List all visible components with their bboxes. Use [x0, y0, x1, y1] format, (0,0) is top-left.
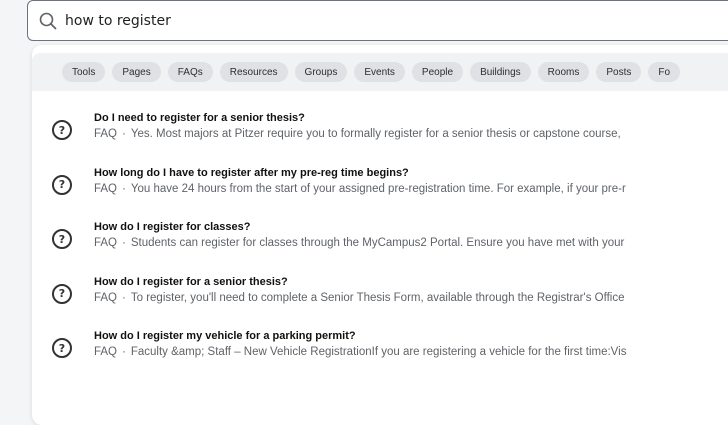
result-separator: · [122, 346, 126, 358]
result-separator: · [122, 182, 126, 195]
filter-chip-groups[interactable]: Groups [294, 62, 348, 82]
filter-chip-people[interactable]: People [411, 62, 464, 82]
filter-chips-bar: Tools Pages FAQs Resources Groups Events… [32, 53, 728, 91]
result-title[interactable]: Do I need to register for a senior thesi… [94, 112, 305, 124]
result-title[interactable]: How do I register my vehicle for a parki… [94, 330, 356, 342]
result-title[interactable]: How do I register for classes? [94, 221, 251, 233]
result-text: Students can register for classes throug… [130, 237, 625, 249]
filter-chip-tools[interactable]: Tools [62, 62, 106, 82]
filter-chip-buildings[interactable]: Buildings [470, 62, 531, 82]
result-snippet: FAQ · Yes. Most majors at Pitzer require y… [94, 128, 621, 140]
result-text: To register, you'll need to complete a S… [130, 291, 625, 304]
filter-chip-events[interactable]: Events [354, 62, 405, 82]
filter-chip-resources[interactable]: Resources [219, 62, 288, 82]
result-separator: · [122, 237, 126, 249]
result-type: FAQ [94, 346, 118, 358]
question-circle-icon: ? [52, 120, 72, 140]
result-item[interactable]: ? Do I need to register for a senior the… [32, 108, 728, 163]
result-snippet: FAQ · To register, you'll need to complete… [94, 292, 624, 304]
result-type: FAQ [94, 237, 118, 249]
result-type: FAQ [94, 128, 118, 140]
filter-chip-pages[interactable]: Pages [112, 62, 161, 82]
result-title[interactable]: How do I register for a senior thesis? [94, 276, 288, 288]
question-circle-icon: ? [52, 174, 72, 195]
result-title[interactable]: How long do I have to register after my … [94, 167, 409, 179]
result-separator: · [122, 291, 126, 304]
result-text: You have 24 hours from the start of your… [130, 182, 626, 195]
question-circle-icon: ? [52, 283, 72, 304]
result-separator: · [122, 128, 126, 140]
search-results-panel: Tools Pages FAQs Resources Groups Events… [32, 45, 728, 425]
result-type: FAQ [94, 182, 118, 195]
filter-chip-rooms[interactable]: Rooms [537, 62, 590, 82]
result-snippet: FAQ · Faculty &amp; Staff – New Vehicle Re… [94, 346, 626, 358]
result-item[interactable]: ? How do I register for classes? FAQ · Stu… [32, 217, 728, 272]
results-list: ? Do I need to register for a senior the… [32, 108, 728, 381]
result-item[interactable]: ? How do I register my vehicle for a par… [32, 326, 728, 381]
result-text: Yes. Most majors at Pitzer require you t… [130, 128, 621, 140]
result-item[interactable]: ? How do I register for a senior thesis?… [32, 272, 728, 327]
question-circle-icon: ? [52, 229, 72, 249]
result-text: Faculty &amp; Staff – New Vehicle Regist… [130, 346, 627, 358]
search-icon [37, 10, 59, 32]
result-item[interactable]: ? How long do I have to register after m… [32, 163, 728, 218]
result-snippet: FAQ · Students can register for classes th… [94, 237, 624, 249]
result-type: FAQ [94, 291, 118, 304]
filter-chip-posts[interactable]: Posts [596, 62, 642, 82]
question-circle-icon: ? [52, 338, 72, 358]
filter-chip-forms[interactable]: Fo [648, 62, 681, 82]
filter-chip-faqs[interactable]: FAQs [167, 62, 213, 82]
search-input[interactable] [65, 12, 665, 29]
search-bar[interactable] [27, 0, 728, 41]
result-snippet: FAQ · You have 24 hours from the start of … [94, 183, 626, 195]
